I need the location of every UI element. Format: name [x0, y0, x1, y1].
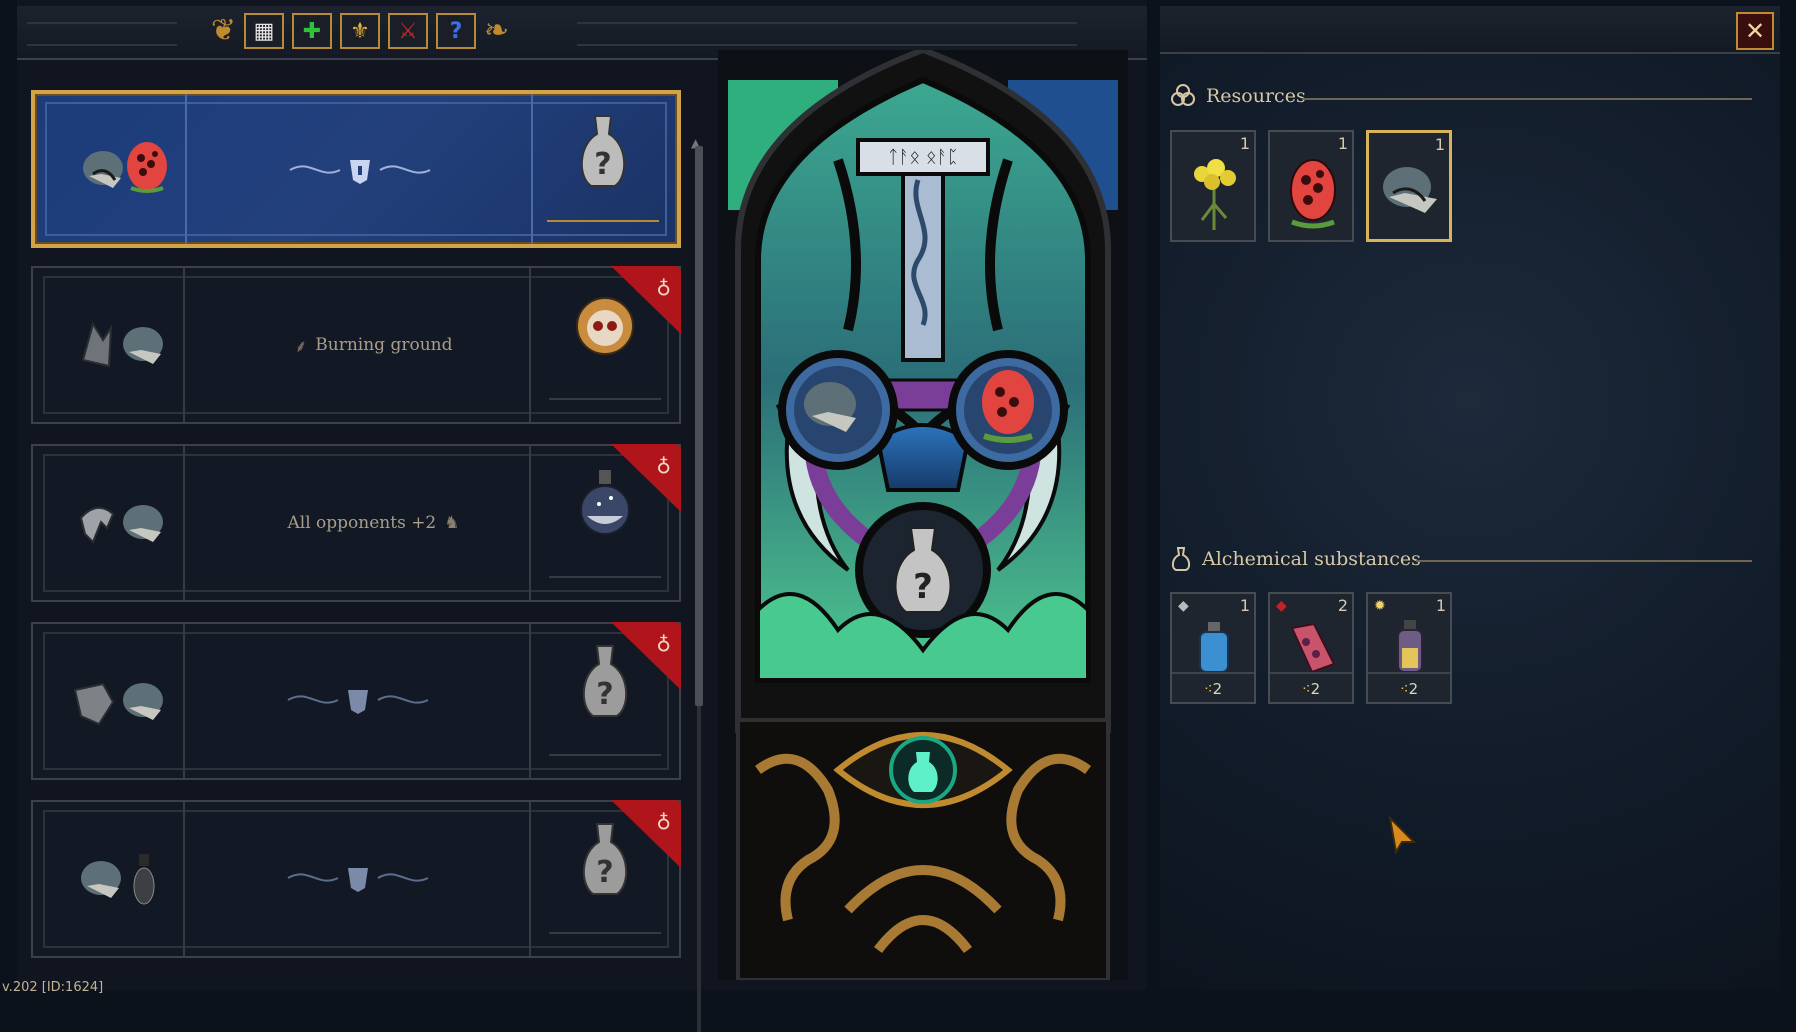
effect-label: All opponents +2	[287, 513, 437, 533]
result-slot: ?	[547, 94, 659, 244]
empty-effect-ornament-icon	[287, 868, 429, 892]
combat-button[interactable]: ⚔	[388, 13, 428, 49]
ingredients	[79, 505, 163, 544]
substances-header: Alchemical substances	[1170, 546, 1421, 572]
question-icon: ?	[449, 18, 463, 44]
sun-tag-icon: ✹	[1374, 598, 1386, 614]
resources-title: Resources	[1206, 85, 1306, 107]
ingredient-slot-left	[778, 350, 898, 470]
empty-effect-ornament-icon	[289, 160, 431, 184]
sack-icon	[1383, 167, 1437, 213]
recipe-row[interactable]: All opponents +2 ♞ ♁	[31, 444, 681, 602]
resource-slot[interactable]: 1	[1366, 130, 1452, 242]
flask-icon: ♁	[656, 808, 671, 832]
effect-description: All opponents +2 ♞	[208, 446, 539, 600]
substance-slot[interactable]: ◆ 1 ⁖2	[1170, 592, 1256, 704]
sack-icon	[81, 861, 121, 898]
svg-text:ᛏᚨᛟ ᛟᚨᛈ: ᛏᚨᛟ ᛟᚨᛈ	[888, 147, 959, 168]
svg-text:?: ?	[913, 567, 933, 607]
recipe-row[interactable]: ⸙ Burning ground ♁	[31, 266, 681, 424]
red-tag-icon: ◆	[1276, 598, 1287, 614]
substance-slot[interactable]: ✹ 1 ⁖2	[1366, 592, 1452, 704]
close-icon: ✕	[1744, 17, 1766, 45]
star-flask-icon	[580, 470, 630, 535]
cost-label: ⁖2	[1301, 680, 1321, 698]
coins-icon: ⁖	[1399, 680, 1409, 698]
substances-title: Alchemical substances	[1202, 548, 1421, 570]
cost-label: ⁖2	[1399, 680, 1419, 698]
flask-icon	[1171, 547, 1191, 571]
sack-icon	[123, 505, 163, 542]
red-mushroom-icon	[127, 142, 167, 193]
crossed-swords-icon: ⚔	[398, 18, 418, 44]
sack-icon	[123, 683, 163, 720]
fleur-button[interactable]: ⚜	[340, 13, 380, 49]
recipe-row[interactable]: ?	[31, 90, 681, 248]
cost-label: ⁖2	[1203, 680, 1223, 698]
plus-icon: ✚	[302, 18, 322, 44]
blue-bottle-icon	[1199, 622, 1229, 673]
flask-icon: ♁	[656, 630, 671, 654]
alchemy-stained-glass: ᛏᚨᛟ ᛟᚨᛈ ?	[718, 50, 1128, 980]
ingredients	[81, 854, 155, 905]
dog-icon: ♞	[444, 513, 460, 533]
help-button[interactable]: ?	[436, 13, 476, 49]
recipe-row[interactable]: ? ♁	[31, 800, 681, 958]
recipe-list: ? ⸙ Burning ground ♁ All opponents +2 ♞ …	[17, 60, 703, 1032]
coins-icon: ⁖	[1301, 680, 1311, 698]
red-scroll-icon	[1290, 622, 1336, 674]
svg-text:?: ?	[596, 677, 613, 712]
diamond-tag-icon: ◆	[1178, 598, 1189, 614]
scrollbar[interactable]: ▲	[691, 136, 703, 1032]
effect-label: Burning ground	[315, 335, 453, 355]
red-mushroom-icon	[1290, 159, 1336, 229]
resource-slot[interactable]: 1	[1170, 130, 1256, 242]
fleur-icon: ⚜	[350, 18, 370, 44]
flourish-left-icon: ❦	[210, 13, 236, 48]
unknown-potion-icon: ?	[580, 115, 626, 187]
recipe-row[interactable]: ? ♁	[31, 622, 681, 780]
empty-effect-ornament-icon	[287, 690, 429, 714]
skull-orb-icon	[576, 297, 634, 355]
svg-text:?: ?	[594, 147, 611, 182]
grid-icon: ▦	[253, 18, 275, 44]
mouse-cursor-icon	[1388, 816, 1417, 855]
scroll-thumb[interactable]	[695, 146, 703, 706]
flask-icon: ♁	[656, 274, 671, 298]
sack-icon	[123, 327, 163, 364]
cloth-icon	[73, 682, 115, 726]
effect-description: ⸙ Burning ground	[208, 268, 539, 422]
bone-icon	[79, 507, 115, 544]
flame-icon: ⸙	[294, 336, 308, 357]
sack-icon	[83, 151, 123, 188]
unknown-potion-icon: ?	[582, 645, 628, 717]
ingredient-slot-right	[948, 350, 1068, 470]
inventory-panel: ✕ Resources 1 1 1 Alchemical substances …	[1160, 6, 1780, 990]
flask-icon: ♁	[656, 452, 671, 476]
resources-header: Resources	[1170, 84, 1306, 108]
vial-icon	[133, 854, 155, 905]
flourish-right-icon: ❧	[484, 13, 510, 48]
coins-icon: ⁖	[1203, 680, 1213, 698]
version-label: v.202 [ID:1624]	[2, 980, 104, 995]
substance-slot[interactable]: ◆ 2 ⁖2	[1268, 592, 1354, 704]
ingredients	[73, 682, 163, 726]
resource-slot[interactable]: 1	[1268, 130, 1354, 242]
horn-icon	[81, 321, 113, 368]
toolbar: ❦ ▦ ✚ ⚜ ⚔ ? ❧	[175, 10, 545, 52]
resources-icon	[1171, 84, 1195, 106]
grid-button[interactable]: ▦	[244, 13, 284, 49]
add-button[interactable]: ✚	[292, 13, 332, 49]
unknown-potion-icon: ?	[582, 823, 628, 895]
close-button[interactable]: ✕	[1736, 12, 1774, 50]
inventory-top-bar	[1160, 6, 1780, 54]
svg-text:?: ?	[596, 855, 613, 890]
yellow-flower-icon	[1194, 159, 1236, 230]
yellow-bottle-icon	[1397, 620, 1423, 673]
ingredients	[83, 142, 167, 193]
ingredients	[81, 321, 163, 368]
